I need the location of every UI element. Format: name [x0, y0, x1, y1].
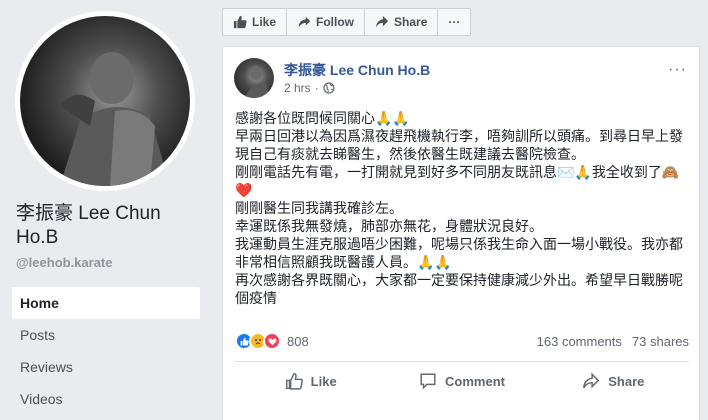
nav-videos[interactable]: Videos [12, 383, 200, 415]
post-share-label: Share [608, 373, 645, 389]
love-reaction-icon [263, 332, 281, 350]
post-comment-label: Comment [445, 373, 505, 389]
post-card: 李振豪 Lee Chun Ho.B 2 hrs · ··· 感謝各位既問候同關心… [222, 46, 700, 420]
page-nav: Home Posts Reviews Videos [12, 287, 200, 415]
share-icon [375, 15, 389, 28]
page-sidebar: 李振豪 Lee Chun Ho.B @leehob.karate Home Po… [0, 0, 208, 420]
post-action-bar: Like Comment Share [235, 365, 689, 397]
post-line: 早兩日回港以為因爲濕夜趕飛機執行李，唔夠訓所以頭痛。到尋日早上發 [235, 128, 683, 144]
thumbs-up-icon [233, 15, 247, 29]
post-line: ❤️ [235, 182, 253, 198]
post-comment-button[interactable]: Comment [386, 365, 537, 397]
like-page-label: Like [252, 15, 277, 29]
post-like-button[interactable]: Like [235, 365, 386, 397]
page-handle[interactable]: @leehob.karate [16, 255, 113, 270]
page-action-bar: Like Follow Share ··· [222, 8, 472, 36]
nav-reviews[interactable]: Reviews [12, 351, 200, 383]
nav-posts[interactable]: Posts [12, 319, 200, 351]
meta-separator: · [314, 81, 319, 95]
post-line: 個疫情 [235, 290, 277, 306]
more-options-button[interactable]: ··· [438, 9, 470, 35]
comment-icon [420, 373, 436, 390]
post-author-avatar[interactable] [234, 58, 274, 98]
post-like-label: Like [310, 373, 337, 389]
post-line: 現自己有痰就去睇醫生，然後依醫生既建議去醫院檢查。 [235, 146, 585, 162]
share-page-label: Share [394, 15, 428, 29]
reactions-summary[interactable]: 808 [235, 332, 309, 350]
share-count[interactable]: 73 shares [632, 334, 689, 349]
post-time[interactable]: 2 hrs [284, 81, 311, 95]
profile-picture[interactable] [15, 11, 195, 191]
share-icon [583, 372, 600, 389]
post-share-button[interactable]: Share [538, 365, 689, 397]
globe-icon [323, 82, 335, 94]
thumbs-up-icon [285, 372, 303, 390]
post-text: 感謝各位既問候同關心🙏🙏 早兩日回港以為因爲濕夜趕飛機執行李，唔夠訓所以頭痛。到… [235, 109, 693, 307]
more-icon: ··· [448, 15, 461, 29]
post-stats: 808 163 comments 73 shares [235, 330, 689, 352]
reaction-count: 808 [287, 333, 309, 349]
like-page-button[interactable]: Like [223, 9, 288, 35]
follow-icon [298, 16, 311, 28]
divider [235, 361, 689, 362]
follow-button[interactable]: Follow [287, 9, 366, 35]
share-page-button[interactable]: Share [365, 9, 439, 35]
post-author[interactable]: 李振豪 Lee Chun Ho.B [284, 60, 430, 80]
post-line: 幸運既係我無發燒，肺部亦無花，身體狀況良好。 [235, 218, 543, 234]
profile-photo [20, 16, 190, 186]
comment-count[interactable]: 163 comments [537, 334, 622, 349]
page-name[interactable]: 李振豪 Lee Chun Ho.B [16, 202, 206, 250]
post-line: 感謝各位既問候同關心🙏🙏 [235, 110, 410, 126]
post-line: 剛剛醫生同我講我確診左。 [235, 200, 403, 216]
post-line: 我運動員生涯克服過唔少困難，呢場只係我生命入面一場小戰役。我亦都 [235, 236, 683, 252]
post-meta: 2 hrs · [284, 81, 335, 95]
post-line: 非常相信照顧我既醫護人員。🙏🙏 [235, 254, 452, 270]
post-line: 剛剛電話先有電，一打開就見到好多不同朋友既訊息✉️🙏我全收到了🙈 [235, 164, 680, 180]
post-more-button[interactable]: ··· [668, 61, 687, 79]
follow-label: Follow [316, 15, 355, 29]
nav-home[interactable]: Home [12, 287, 200, 319]
post-line: 再次感謝各界既關心，大家都一定要保持健康減少外出。希望早日戰勝呢 [235, 272, 683, 288]
